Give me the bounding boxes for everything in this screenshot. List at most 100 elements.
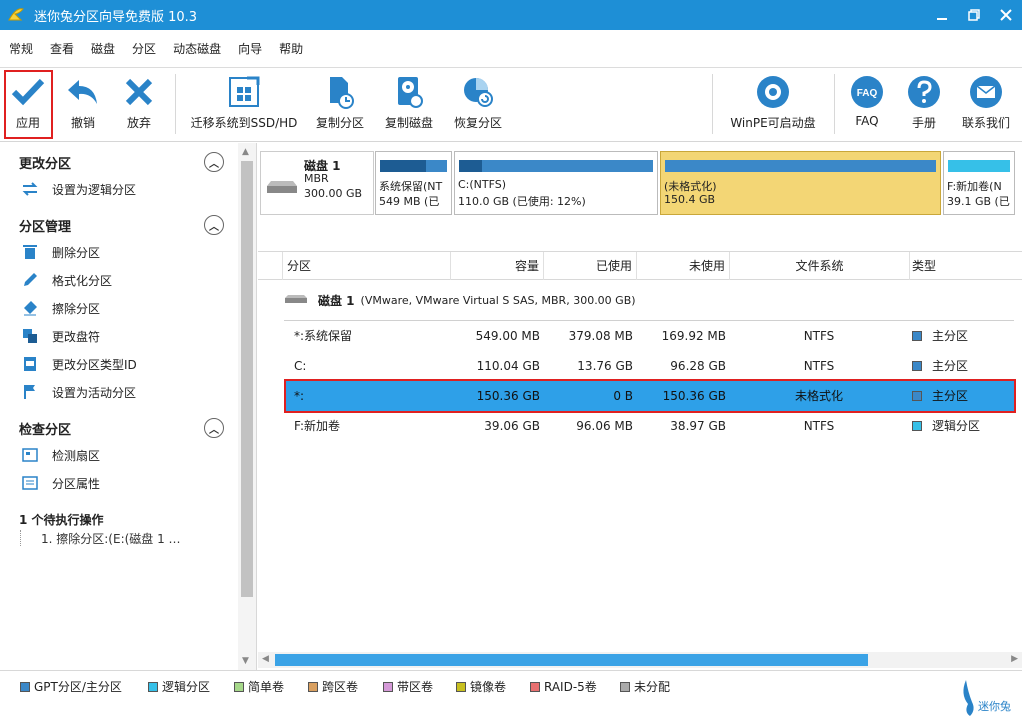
copy-disk-button[interactable]: 复制磁盘: [382, 70, 436, 138]
logical-partition-swatch: [912, 420, 922, 431]
svg-text:FAQ: FAQ: [857, 88, 878, 99]
discard-button[interactable]: 放弃: [118, 70, 160, 138]
recover-partition-icon: [462, 70, 494, 114]
maximize-button[interactable]: [958, 0, 990, 30]
collapse-chevron-icon[interactable]: ︿: [204, 418, 224, 438]
id-card-icon: [20, 355, 40, 373]
legend-item: 未分配: [620, 678, 670, 695]
section-partition-management: 分区管理 ︿: [0, 213, 238, 237]
disk-row[interactable]: 磁盘 1 (VMware, VMware Virtual S SAS, MBR,…: [284, 290, 636, 310]
app-logo-icon: [6, 5, 26, 25]
legend-item: GPT分区/主分区: [20, 678, 122, 695]
set-active-item[interactable]: 设置为活动分区: [20, 380, 136, 404]
apply-highlight-outline: [4, 70, 53, 139]
column-filesystem[interactable]: 文件系统: [729, 252, 909, 280]
flag-icon: [20, 383, 40, 401]
table-row[interactable]: F:新加卷 39.06 GB 96.06 MB 38.97 GB NTFS 逻辑…: [284, 411, 1014, 441]
mail-icon: [968, 70, 1004, 114]
menu-dynamic-disk[interactable]: 动态磁盘: [165, 40, 229, 57]
wipe-partition-item[interactable]: 擦除分区: [20, 296, 100, 320]
windows-migrate-icon: [227, 70, 261, 114]
column-partition[interactable]: 分区: [282, 252, 450, 280]
partition-table-header: 分区 容量 已使用 未使用 文件系统 类型: [258, 251, 1022, 280]
scroll-thumb[interactable]: [241, 161, 253, 597]
selected-row-highlight-outline: [284, 379, 1016, 413]
legend-item: 镜像卷: [456, 678, 506, 695]
pending-operation-item[interactable]: 1. 擦除分区:(E:(磁盘 1 …: [20, 530, 181, 546]
legend-item: 逻辑分区: [148, 678, 210, 695]
close-x-icon: [124, 70, 154, 114]
surface-test-item[interactable]: 检测扇区: [20, 443, 100, 467]
change-drive-letter-item[interactable]: 更改盘符: [20, 324, 100, 348]
faq-button[interactable]: FAQ FAQ: [848, 70, 886, 138]
properties-list-icon: [20, 474, 40, 492]
legend-item: 简单卷: [234, 678, 284, 695]
legend-item: 跨区卷: [308, 678, 358, 695]
trash-icon: [20, 243, 40, 261]
menu-disk[interactable]: 磁盘: [83, 40, 123, 57]
left-scrollbar[interactable]: ▲ ▼: [238, 143, 256, 670]
manual-button[interactable]: 手册: [905, 70, 943, 138]
scroll-down-icon[interactable]: ▼: [242, 656, 249, 666]
collapse-chevron-icon[interactable]: ︿: [204, 152, 224, 172]
disk-map: 磁盘 1 MBR 300.00 GB 系统保留(NT 549 MB (已 C:(…: [258, 145, 1022, 221]
pending-operations-title: 1 个待执行操作: [19, 513, 104, 527]
contact-us-button[interactable]: 联系我们: [957, 70, 1015, 138]
toolbar-separator: [175, 74, 176, 134]
format-partition-item[interactable]: 格式化分区: [20, 268, 112, 292]
recover-partition-button[interactable]: 恢复分区: [451, 70, 505, 138]
column-capacity[interactable]: 容量: [450, 252, 543, 280]
scroll-up-icon[interactable]: ▲: [242, 147, 249, 157]
drive-letter-icon: [20, 327, 40, 345]
column-type[interactable]: 类型: [909, 252, 1022, 280]
menu-view[interactable]: 查看: [42, 40, 82, 57]
copy-partition-icon: [324, 70, 356, 114]
winpe-bootable-button[interactable]: WinPE可启动盘: [728, 70, 818, 138]
surface-test-icon: [20, 446, 40, 464]
close-button[interactable]: [990, 0, 1022, 30]
faq-icon: FAQ: [849, 70, 885, 114]
table-row[interactable]: C: 110.04 GB 13.76 GB 96.28 GB NTFS 主分区: [284, 351, 1014, 381]
legend-bar: GPT分区/主分区 逻辑分区 简单卷 跨区卷 带区卷 镜像卷 RAID-5卷 未…: [0, 670, 1022, 726]
scroll-left-icon[interactable]: ◀: [262, 654, 269, 664]
table-horizontal-scrollbar[interactable]: ◀ ▶: [258, 652, 1022, 668]
menu-bar: 常规 查看 磁盘 分区 动态磁盘 向导 帮助: [0, 30, 1022, 68]
toolbar-separator: [834, 74, 835, 134]
menu-general[interactable]: 常规: [1, 40, 41, 57]
undo-icon: [65, 70, 101, 114]
undo-button[interactable]: 撤销: [62, 70, 104, 138]
change-type-id-item[interactable]: 更改分区类型ID: [20, 352, 137, 376]
toolbar-separator: [712, 74, 713, 134]
set-logical-item[interactable]: 设置为逻辑分区: [20, 177, 136, 201]
scroll-right-icon[interactable]: ▶: [1011, 654, 1018, 664]
partition-block-unformatted[interactable]: (未格式化) 150.4 GB: [660, 151, 941, 215]
migrate-os-button[interactable]: 迁移系统到SSD/HD: [189, 70, 299, 138]
partition-block-c[interactable]: C:(NTFS) 110.0 GB (已使用: 12%): [454, 151, 658, 215]
svg-text:迷你兔: 迷你兔: [978, 699, 1011, 713]
menu-help[interactable]: 帮助: [271, 40, 311, 57]
copy-partition-button[interactable]: 复制分区: [313, 70, 367, 138]
partition-properties-item[interactable]: 分区属性: [20, 471, 100, 495]
question-icon: [906, 70, 942, 114]
legend-item: RAID-5卷: [530, 678, 597, 695]
menu-partition[interactable]: 分区: [124, 40, 164, 57]
disk-card[interactable]: 磁盘 1 MBR 300.00 GB: [260, 151, 374, 215]
menu-wizard[interactable]: 向导: [230, 40, 270, 57]
title-bar: 迷你兔分区向导免费版 10.3: [0, 0, 1022, 30]
primary-partition-swatch: [912, 360, 922, 371]
primary-partition-swatch: [912, 330, 922, 341]
delete-partition-item[interactable]: 删除分区: [20, 240, 100, 264]
convert-arrows-icon: [20, 180, 40, 198]
collapse-chevron-icon[interactable]: ︿: [204, 215, 224, 235]
partition-block-system-reserved[interactable]: 系统保留(NT 549 MB (已: [375, 151, 452, 215]
column-used[interactable]: 已使用: [543, 252, 636, 280]
window-title: 迷你兔分区向导免费版 10.3: [34, 9, 198, 25]
column-unused[interactable]: 未使用: [636, 252, 729, 280]
scroll-thumb[interactable]: [275, 654, 868, 666]
eraser-icon: [20, 299, 40, 317]
minimize-button[interactable]: [926, 0, 958, 30]
partition-block-f[interactable]: F:新加卷(N 39.1 GB (已: [943, 151, 1015, 215]
table-row[interactable]: *:系统保留 549.00 MB 379.08 MB 169.92 MB NTF…: [284, 321, 1014, 351]
legend-item: 带区卷: [383, 678, 433, 695]
boot-disc-icon: [755, 70, 791, 114]
